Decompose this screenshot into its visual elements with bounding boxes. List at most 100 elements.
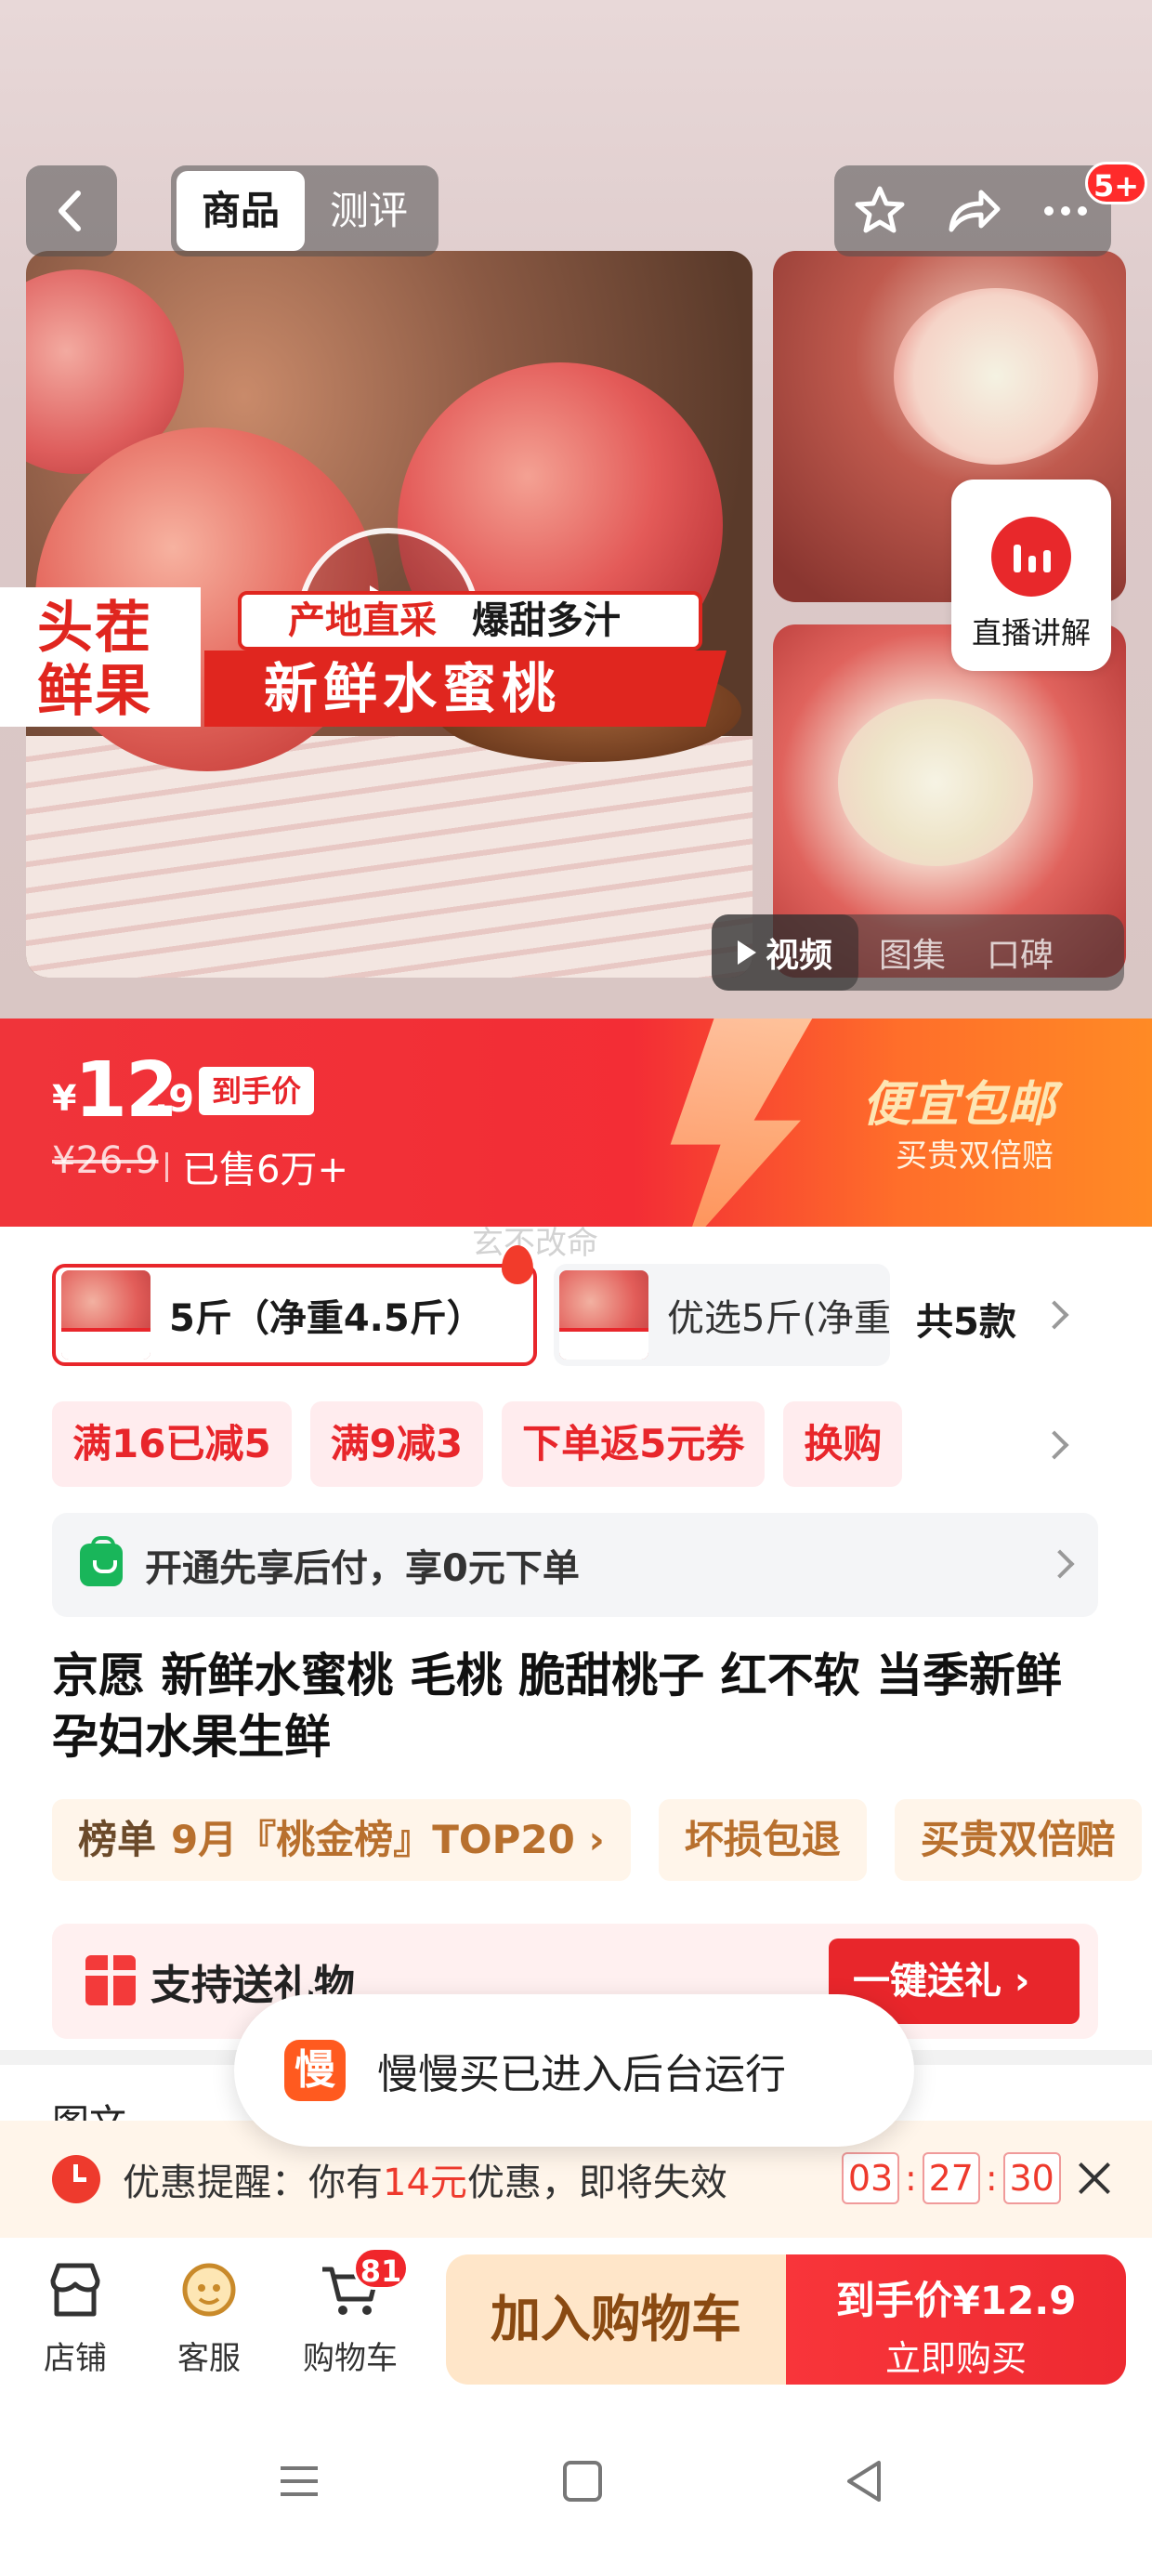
store-button[interactable]: 店铺 [15,2256,136,2378]
shopping-bag-icon [80,1536,123,1586]
customer-service-label: 客服 [177,2340,241,2377]
banner-badge: 头茬 鲜果 [0,587,201,727]
system-nav-bar [0,2401,1152,2576]
send-gift-label: 一键送礼 [853,1960,1001,2003]
spec-label: 5斤（净重4.5斤） [169,1297,484,1340]
more-icon[interactable] [1038,183,1093,239]
media-tab-label: 口碑 [987,937,1054,975]
buy-now-button[interactable]: 到手价¥12.9 立即购买 [786,2254,1126,2385]
banner-subtitle: 产地直采 爆甜多汁 [238,591,702,651]
add-to-cart-button[interactable]: 加入购物车 [446,2254,786,2385]
close-icon[interactable] [1074,2158,1115,2199]
tab-product[interactable]: 商品 [177,171,305,251]
cut-peach-image [894,288,1098,465]
media-tab-gallery[interactable]: 图集 [858,928,966,977]
spec-option[interactable]: 优选5斤(净重 [554,1264,890,1366]
coupon-chip[interactable]: 满16已减5 [52,1401,292,1487]
chevron-right-icon[interactable] [1040,1430,1069,1460]
spec-thumbnail [61,1270,151,1360]
chevron-right-icon[interactable] [1040,1300,1069,1330]
live-explain-label: 直播讲解 [971,615,1091,651]
hot-icon [502,1245,533,1284]
price-decimal: .9 [154,1078,195,1121]
spec-option-selected[interactable]: 5斤（净重4.5斤） [52,1264,537,1366]
timer-hours: 03 [842,2152,899,2204]
notification-badge: 5+ [1085,162,1148,204]
coupon-list: 满16已减5 满9减3 下单返5元券 换购 [52,1401,903,1491]
service-tag[interactable]: 买贵双倍赔 [894,1799,1142,1881]
coupon-chip[interactable]: 换购 [783,1401,903,1487]
customer-service-icon [149,2256,269,2323]
share-icon[interactable] [944,183,1001,239]
tablecloth-image [26,736,753,978]
live-icon [991,517,1071,597]
timer-separator: : [905,2158,917,2199]
tab-review[interactable]: 测评 [305,171,433,251]
top-actions [834,165,1111,256]
banner-subtitle-black: 爆甜多汁 [471,599,621,642]
tag-row: 榜单 9月『桃金榜』TOP20 › 坏损包退 买贵双倍赔 [52,1799,1142,1885]
chevron-right-icon: › [574,1817,605,1862]
spec-count[interactable]: 共5款 [916,1292,1016,1346]
lightning-decoration [670,1019,818,1227]
menu-icon[interactable] [275,2457,323,2505]
cart-label: 购物车 [303,2340,398,2377]
product-gallery: 头茬 鲜果 产地直采 爆甜多汁 新鲜水蜜桃 直播讲解 视频 图集 口碑 [0,0,1152,1019]
toast-text: 慢慢买已进入后台运行 [377,2051,786,2098]
timer-seconds: 30 [1002,2152,1061,2204]
service-tag[interactable]: 坏损包退 [658,1799,867,1881]
original-price: ¥26.9 [52,1139,159,1182]
promo-subtitle: 买贵双倍赔 [896,1137,1054,1175]
watermark: 玄不改命 [472,1225,598,1262]
media-tab-reviews[interactable]: 口碑 [966,928,1074,977]
banner-badge-line2: 鲜果 [37,659,152,724]
countdown-timer: 03 : 27 : 30 [842,2152,1061,2204]
cart-count-badge: 81 [353,2247,409,2290]
gift-icon [82,1955,139,2005]
reminder-text: 优惠提醒：你有14元优惠，即将失效 [123,2152,727,2206]
chevron-left-icon [59,191,81,231]
back-triangle-icon[interactable] [842,2457,890,2505]
coupon-chip[interactable]: 下单返5元券 [502,1401,766,1487]
reminder-suffix: 优惠，即将失效 [466,2162,727,2204]
product-title: 京愿 新鲜水蜜桃 毛桃 脆甜桃子 红不软 当季新鲜孕妇水果生鲜 [52,1649,1063,1764]
spec-selector: 5斤（净重4.5斤） 优选5斤(净重 共5款 [0,1245,1152,1375]
coupon-chip[interactable]: 满9减3 [309,1401,484,1487]
banner-subtitle-red: 产地直采 [288,599,437,642]
customer-service-button[interactable]: 客服 [149,2256,269,2378]
back-button[interactable] [26,165,117,256]
banner-badge-line1: 头茬 [37,596,152,661]
ranking-value: 9月『桃金榜』TOP20 [171,1817,575,1862]
promo-title: 便宜包邮 [862,1077,1056,1133]
ranking-label: 榜单 [78,1817,157,1862]
home-icon[interactable] [557,2457,606,2505]
buy-now-label: 立即购买 [884,2338,1027,2379]
buy-now-price: 到手价¥12.9 [835,2278,1077,2323]
media-tab-label: 视频 [766,937,833,975]
cut-peach-image [838,699,1033,866]
price-currency: ¥ [52,1078,77,1119]
store-label: 店铺 [44,2340,107,2377]
timer-separator: : [985,2158,998,2199]
pay-later-text: 开通先享后付，享0元下单 [145,1547,580,1590]
ranking-tag[interactable]: 榜单 9月『桃金榜』TOP20 › [52,1799,631,1881]
media-tab-video[interactable]: 视频 [712,914,859,991]
live-explain-button[interactable]: 直播讲解 [951,480,1111,671]
clock-icon [52,2155,100,2203]
app-logo-icon: 慢 [284,2040,346,2101]
media-tab-label: 图集 [879,937,947,975]
timer-minutes: 27 [922,2152,980,2204]
sold-count: 已售6万+ [165,1139,348,1193]
spec-thumbnail [559,1270,648,1360]
top-tabs: 商品 测评 [171,165,439,256]
pay-later-banner[interactable]: 开通先享后付，享0元下单 [52,1513,1098,1617]
spec-label: 优选5斤(净重 [667,1297,890,1340]
play-icon [738,940,756,965]
chevron-right-icon [1045,1549,1075,1579]
store-icon [15,2256,136,2323]
star-icon[interactable] [852,183,908,239]
media-tabs: 视频 图集 口碑 [712,914,1124,991]
bottom-action-bar: 店铺 客服 购物车 81 加入购物车 到手价¥12.9 立即购买 [0,2238,1152,2401]
price-tag: 到手价 [199,1067,315,1115]
reminder-amount: 14元 [383,2162,467,2204]
